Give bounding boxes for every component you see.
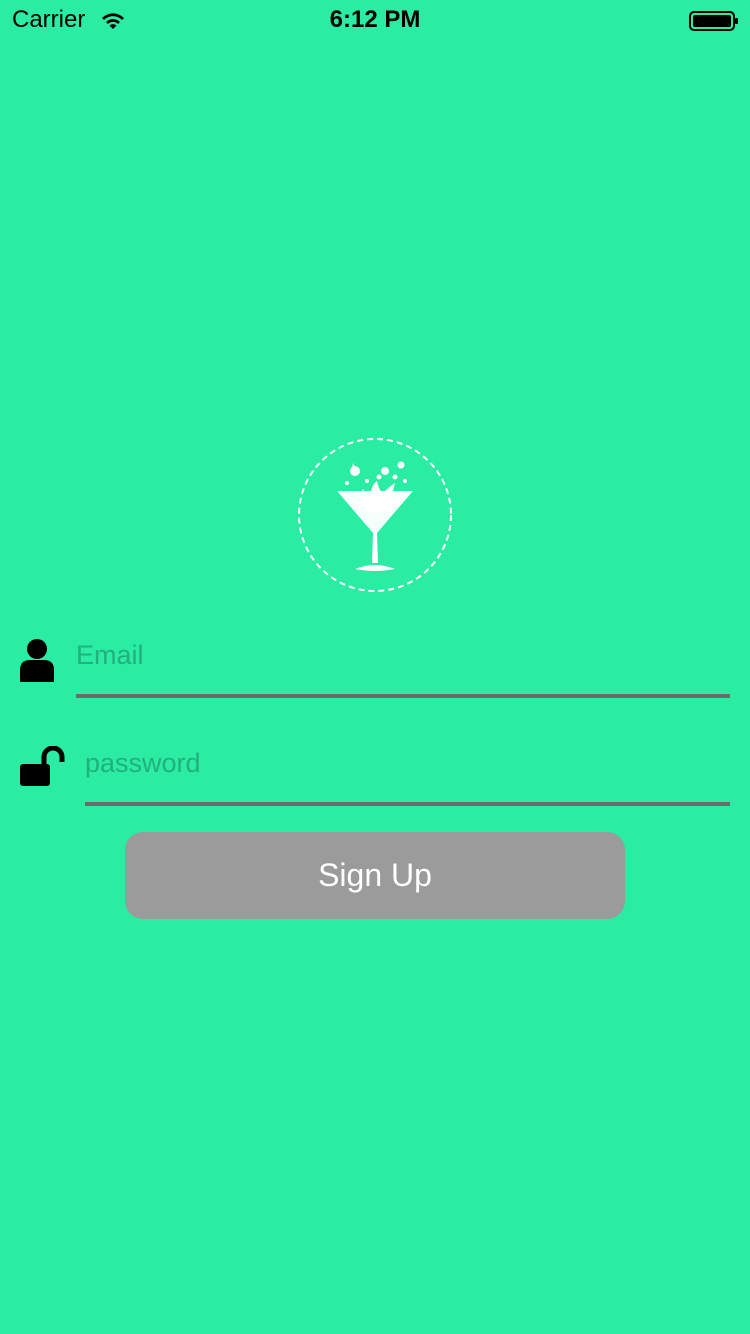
cocktail-glass-icon [298, 438, 452, 592]
battery-icon [689, 11, 738, 31]
user-icon [20, 639, 54, 682]
status-bar: Carrier 6:12 PM [0, 0, 750, 40]
sign-up-button[interactable]: Sign Up [125, 832, 625, 919]
password-field[interactable] [85, 744, 730, 806]
email-field[interactable] [76, 636, 730, 698]
clock-label: 6:12 PM [329, 6, 421, 33]
unlock-icon [20, 746, 65, 786]
signup-screen: Carrier 6:12 PM Email Sign Up [0, 0, 750, 1334]
